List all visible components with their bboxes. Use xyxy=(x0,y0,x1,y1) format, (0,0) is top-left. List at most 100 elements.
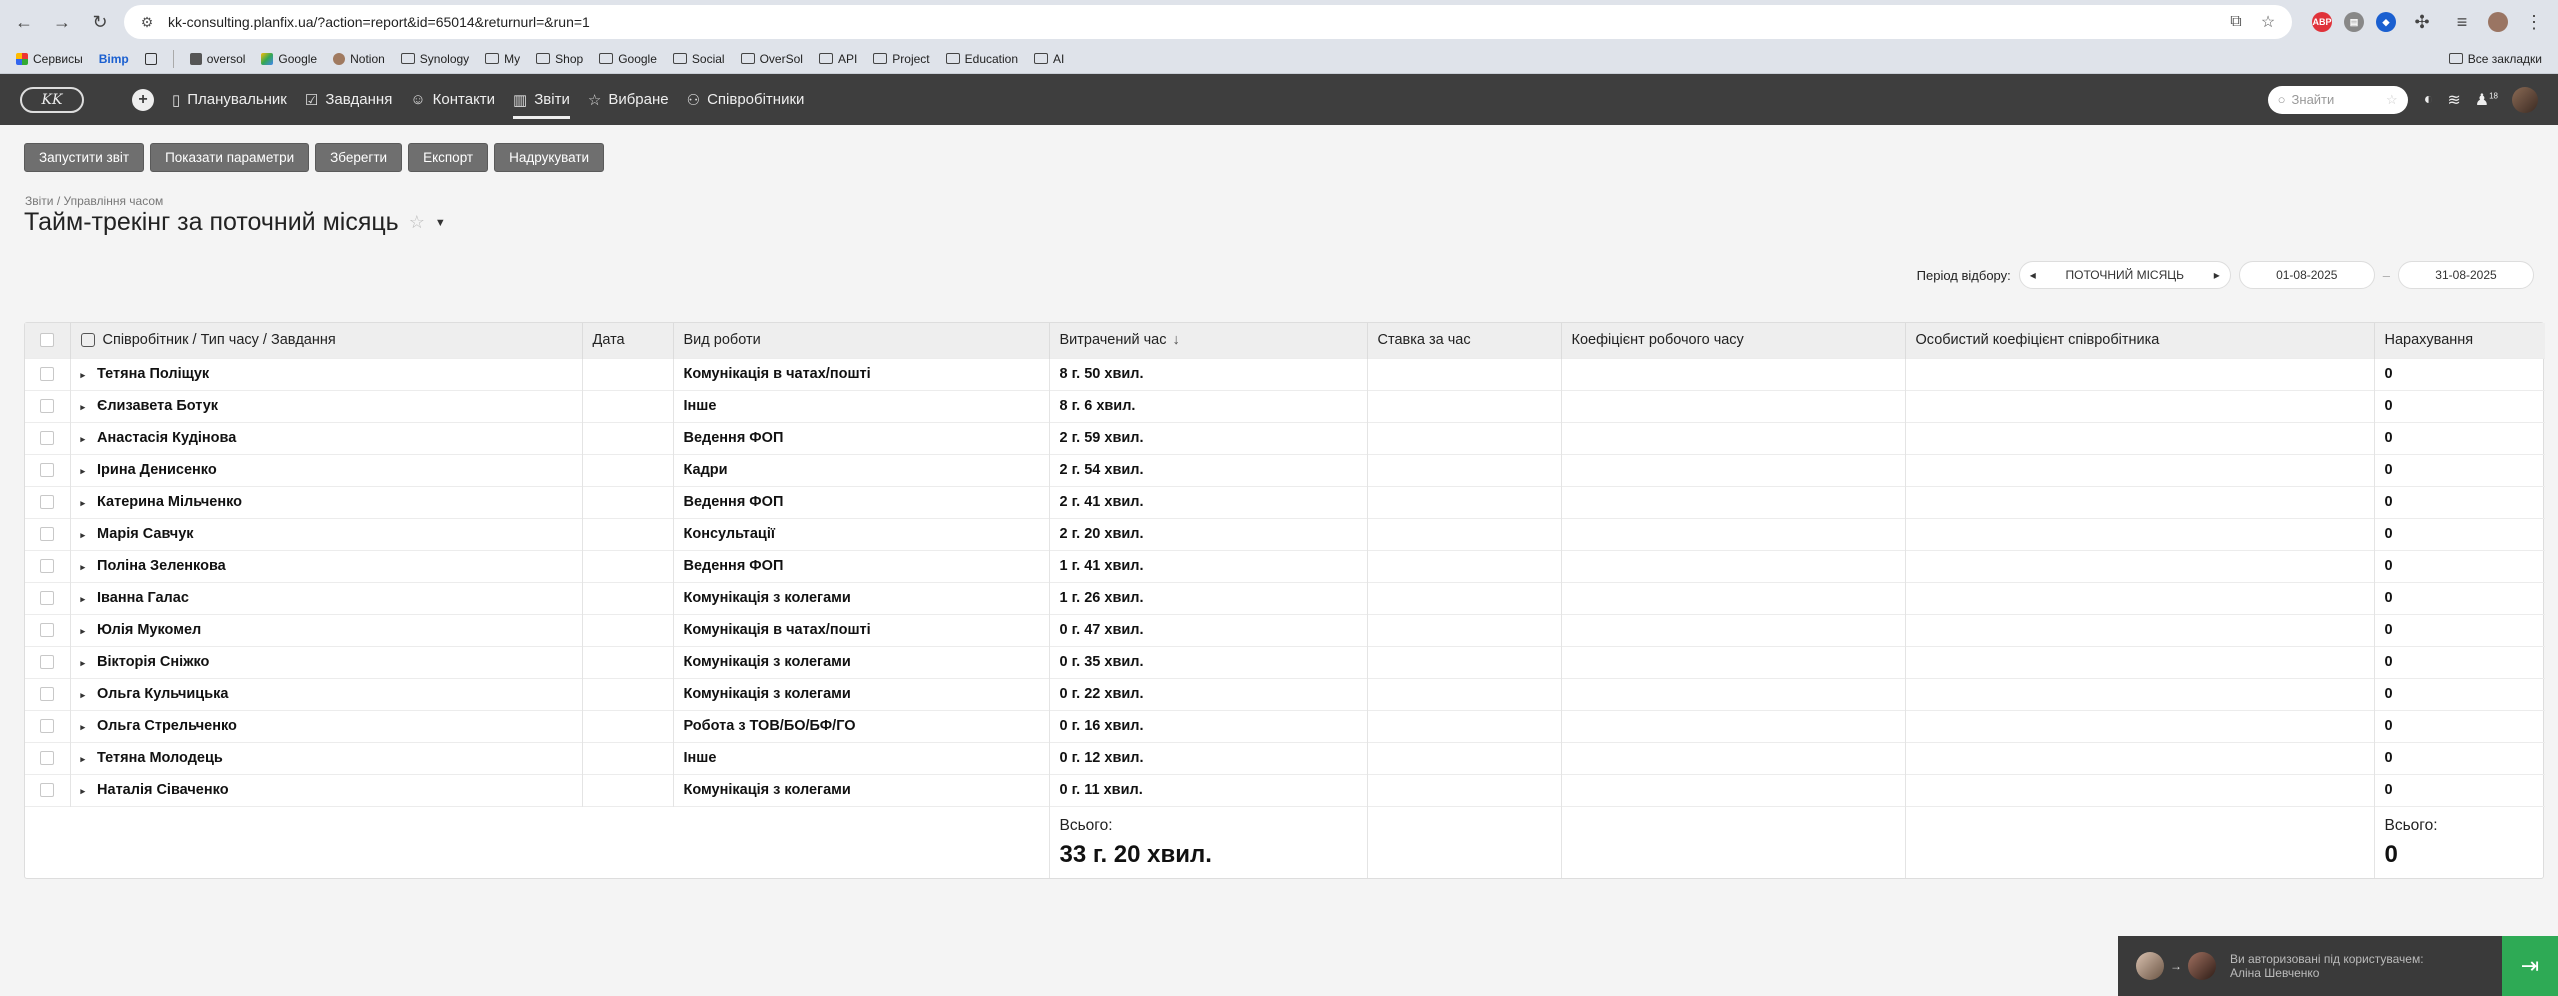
menu-tasks[interactable]: ☑ Завдання xyxy=(305,74,392,125)
row-employee[interactable]: ▸ Ольга Стрельченко xyxy=(70,709,583,742)
bookmark-oversol[interactable]: oversol xyxy=(189,52,245,66)
col-personal-coef[interactable]: Особистий коефіцієнт співробітника xyxy=(1905,323,2375,358)
row-checkbox[interactable] xyxy=(40,751,55,766)
app-search-input[interactable]: ○ Знайти ☆ xyxy=(2267,85,2408,114)
table-row[interactable]: ▸ Поліна Зеленкова Ведення ФОП 1 г. 41 хвил… xyxy=(25,549,2545,582)
row-checkbox[interactable] xyxy=(40,559,55,574)
breadcrumb[interactable]: Звіти / Управління часом xyxy=(25,194,163,208)
bookmark-bimp[interactable]: Bimp xyxy=(99,52,129,66)
row-employee[interactable]: ▸ Наталія Сіваченко xyxy=(70,773,583,806)
row-employee[interactable]: ▸ Анастасія Кудінова xyxy=(70,421,583,454)
expand-caret-icon[interactable]: ▸ xyxy=(81,434,86,445)
row-checkbox[interactable] xyxy=(40,463,55,478)
save-button[interactable]: Зберегти xyxy=(315,143,403,172)
row-employee[interactable]: ▸ Тетяна Молодець xyxy=(70,741,583,774)
menu-reports[interactable]: ▥ Звіти xyxy=(513,74,570,125)
row-employee[interactable]: ▸ Ірина Денисенко xyxy=(70,453,583,486)
expand-caret-icon[interactable]: ▸ xyxy=(81,626,86,637)
expand-caret-icon[interactable]: ▸ xyxy=(81,562,86,573)
extension-icon[interactable]: ▤ xyxy=(2344,12,2364,32)
title-dropdown-icon[interactable]: ▼ xyxy=(435,217,446,229)
row-checkbox[interactable] xyxy=(40,495,55,510)
bookmark-folder-google[interactable]: Google xyxy=(599,52,657,66)
menu-favorites[interactable]: ☆ Вибране xyxy=(588,74,669,125)
sort-desc-icon[interactable]: ↓ xyxy=(1172,332,1179,348)
user-avatar[interactable] xyxy=(2512,86,2538,113)
table-row[interactable]: ▸ Наталія Сіваченко Комунікація з колегами… xyxy=(25,773,2545,806)
bookmark-folder-social[interactable]: Social xyxy=(672,52,725,66)
row-checkbox[interactable] xyxy=(40,527,55,542)
row-employee[interactable]: ▸ Юлія Мукомел xyxy=(70,613,583,646)
menu-planner[interactable]: ▯ Планувальник xyxy=(172,74,287,125)
run-report-button[interactable]: Запустити звіт xyxy=(24,143,145,172)
group-icon[interactable] xyxy=(80,333,95,348)
col-date[interactable]: Дата xyxy=(582,323,674,358)
date-from-field[interactable]: 01-08-2025 xyxy=(2238,261,2375,289)
install-app-icon[interactable]: ⧉ xyxy=(2226,13,2246,31)
col-employee[interactable]: Співробітник / Тип часу / Завдання xyxy=(70,323,583,358)
url-text[interactable]: kk-consulting.planfix.ua/?action=report&… xyxy=(168,14,590,30)
bookmark-folder-synology[interactable]: Synology xyxy=(400,52,469,66)
bookmark-folder-education[interactable]: Education xyxy=(945,52,1018,66)
select-all-checkbox[interactable] xyxy=(40,333,55,348)
bookmark-folder-project[interactable]: Project xyxy=(873,52,930,66)
menu-contacts[interactable]: ☺ Контакти xyxy=(410,74,495,125)
expand-caret-icon[interactable]: ▸ xyxy=(81,786,86,797)
row-checkbox[interactable] xyxy=(40,655,55,670)
logout-icon[interactable]: ⇥ xyxy=(2502,936,2558,996)
bookmark-star-icon[interactable]: ☆ xyxy=(2258,12,2278,32)
table-row[interactable]: ▸ Марія Савчук Консультації 2 г. 20 хвил. 0 xyxy=(25,517,2545,550)
table-row[interactable]: ▸ Ольга Кульчицька Комунікація з колегами 0… xyxy=(25,677,2545,710)
row-checkbox[interactable] xyxy=(40,719,55,734)
table-row[interactable]: ▸ Вікторія Сніжко Комунікація з колегами 0 … xyxy=(25,645,2545,678)
expand-caret-icon[interactable]: ▸ xyxy=(81,690,86,701)
chrome-menu-icon[interactable]: ⋮ xyxy=(2520,8,2548,36)
table-row[interactable]: ▸ Тетяна Поліщук Комунікація в чатах/пошті… xyxy=(25,357,2545,390)
extensions-puzzle-icon[interactable]: ✣ xyxy=(2408,8,2436,36)
forward-icon[interactable]: → xyxy=(48,8,76,36)
col-time-spent[interactable]: Витрачений час ↓ xyxy=(1049,323,1368,358)
date-to-field[interactable]: 31-08-2025 xyxy=(2398,261,2534,289)
row-checkbox[interactable] xyxy=(40,399,55,414)
favorite-star-icon[interactable]: ☆ xyxy=(409,212,425,233)
table-row[interactable]: ▸ Єлизавета Ботук Інше 8 г. 6 хвил. 0 xyxy=(25,389,2545,422)
expand-caret-icon[interactable]: ▸ xyxy=(81,722,86,733)
notifications-icon[interactable]: ♟18 xyxy=(2475,90,2498,110)
site-settings-icon[interactable]: ⚙ xyxy=(138,13,156,31)
period-next-icon[interactable]: ▸ xyxy=(2214,268,2220,282)
table-row[interactable]: ▸ Ірина Денисенко Кадри 2 г. 54 хвил. 0 xyxy=(25,453,2545,486)
row-employee[interactable]: ▸ Єлизавета Ботук xyxy=(70,389,583,422)
row-employee[interactable]: ▸ Вікторія Сніжко xyxy=(70,645,583,678)
expand-caret-icon[interactable]: ▸ xyxy=(81,370,86,381)
period-select[interactable]: ◂ ПОТОЧНИЙ МІСЯЦЬ ▸ xyxy=(2018,261,2231,289)
row-checkbox[interactable] xyxy=(40,431,55,446)
row-checkbox[interactable] xyxy=(40,783,55,798)
bookmark-notion[interactable]: Notion xyxy=(333,52,385,66)
row-employee[interactable]: ▸ Тетяна Поліщук xyxy=(70,357,583,390)
search-star-icon[interactable]: ☆ xyxy=(2386,92,2398,108)
row-employee[interactable]: ▸ Іванна Галас xyxy=(70,581,583,614)
media-icon[interactable]: ≡ xyxy=(2448,8,2476,36)
bookmark-google[interactable]: Google xyxy=(261,52,317,66)
bookmark-folder-oversol[interactable]: OverSol xyxy=(740,52,803,66)
expand-caret-icon[interactable]: ▸ xyxy=(81,658,86,669)
col-rate[interactable]: Ставка за час xyxy=(1367,323,1562,358)
table-row[interactable]: ▸ Іванна Галас Комунікація з колегами 1 г. … xyxy=(25,581,2545,614)
table-row[interactable]: ▸ Ольга Стрельченко Робота з ТОВ/БО/БФ/ГО 0… xyxy=(25,709,2545,742)
table-row[interactable]: ▸ Анастасія Кудінова Ведення ФОП 2 г. 59 хв… xyxy=(25,421,2545,454)
shield-extension-icon[interactable]: ◆ xyxy=(2376,12,2396,32)
row-checkbox[interactable] xyxy=(40,687,55,702)
table-row[interactable]: ▸ Юлія Мукомел Комунікація в чатах/пошті 0 … xyxy=(25,613,2545,646)
reload-icon[interactable]: ↻ xyxy=(86,8,114,36)
show-params-button[interactable]: Показати параметри xyxy=(150,143,310,172)
expand-caret-icon[interactable]: ▸ xyxy=(81,402,86,413)
print-button[interactable]: Надрукувати xyxy=(494,143,605,172)
company-logo[interactable]: KK xyxy=(20,86,84,113)
all-bookmarks[interactable]: Все закладки xyxy=(2448,52,2542,66)
adblock-extension-icon[interactable]: ABP xyxy=(2312,12,2332,32)
bookmark-apps[interactable]: Сервисы xyxy=(16,52,83,66)
expand-caret-icon[interactable]: ▸ xyxy=(81,754,86,765)
menu-employees[interactable]: ⚇ Співробітники xyxy=(687,74,805,125)
row-checkbox[interactable] xyxy=(40,623,55,638)
row-checkbox[interactable] xyxy=(40,591,55,606)
